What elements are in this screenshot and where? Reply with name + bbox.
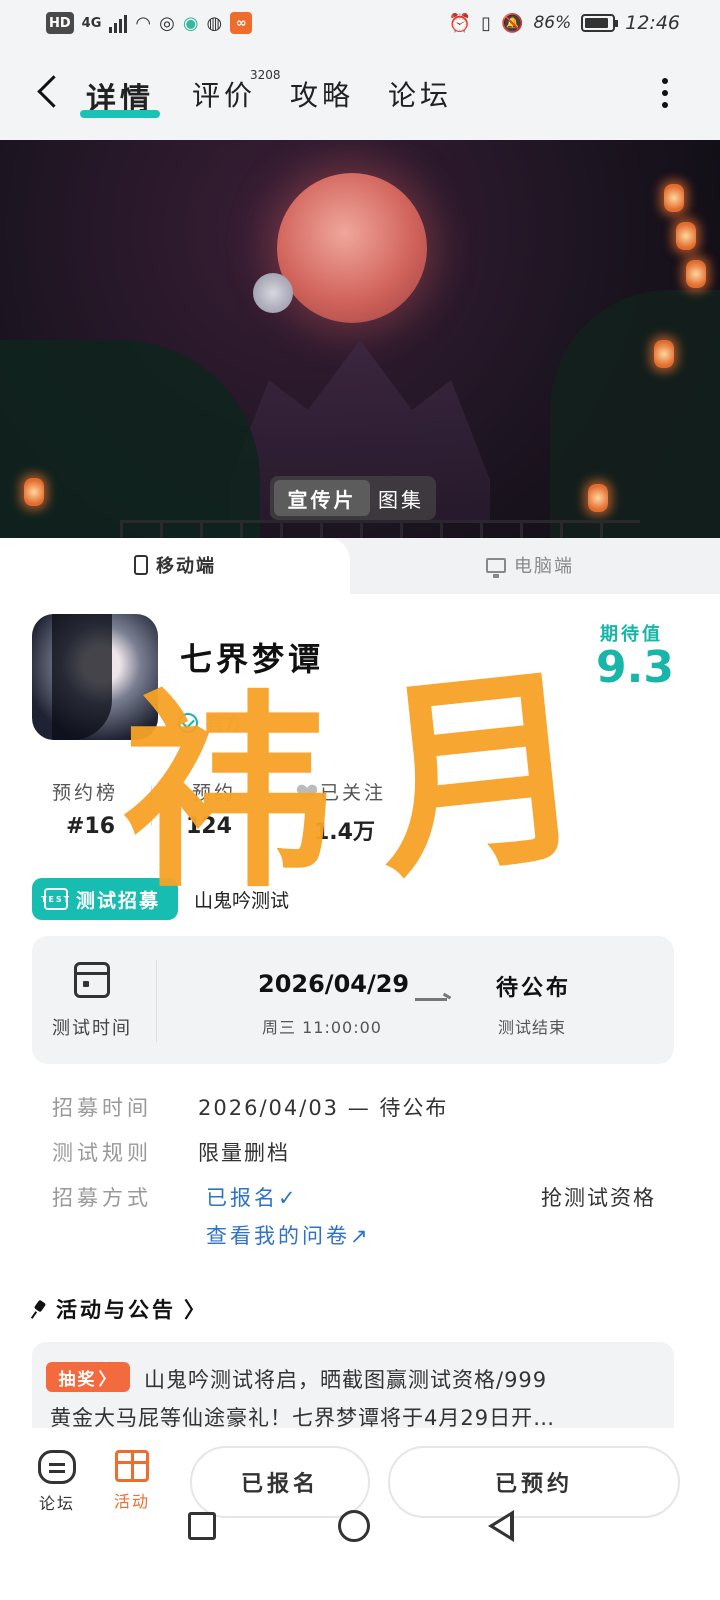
network-type: 4G [81, 15, 102, 31]
battery-fill [585, 18, 608, 28]
battery-percent: 86% [533, 13, 572, 33]
tree-right-art [550, 290, 720, 538]
test-rules-label: 测试规则 [52, 1141, 152, 1165]
tab-reviews[interactable]: 评价 [192, 74, 256, 114]
pin-icon [32, 1301, 48, 1317]
back-button[interactable] [34, 72, 64, 112]
recruit-method-label: 招募方式 [52, 1186, 152, 1210]
test-start-time: 周三 11:00:00 [262, 1018, 382, 1037]
phone-icon [134, 555, 148, 575]
monitor-icon [486, 557, 506, 578]
reviews-count-badge: 3208 [250, 68, 281, 82]
stat-rank-value[interactable]: #16 [66, 814, 115, 839]
lantern-icon [24, 478, 44, 506]
test-icon: TEST [41, 888, 69, 910]
grab-qualification-link[interactable]: 抢测试资格 [541, 1182, 656, 1212]
nav-activity-label: 活动 [114, 1492, 151, 1511]
battery-icon [581, 14, 619, 32]
activities-heading-label: 活动与公告 [56, 1298, 176, 1322]
test-time-card [32, 936, 674, 1064]
test-end-date: 待公布 [496, 976, 572, 1001]
view-questionnaire-link[interactable]: 查看我的问卷↗ [206, 1220, 371, 1250]
calendar-icon [74, 962, 110, 998]
reserved-button[interactable]: 已预约 [388, 1446, 680, 1518]
clock: 12:46 [625, 12, 680, 34]
test-end-label: 测试结束 [498, 1018, 567, 1037]
recruit-time-value: 2026/04/03 — 待公布 [198, 1096, 449, 1120]
gallery-option[interactable]: 图集 [370, 480, 432, 516]
fence-art [120, 520, 640, 538]
more-options-icon[interactable] [662, 78, 670, 108]
lantern-icon [686, 260, 706, 288]
mute-icon: 🔕 [501, 12, 524, 34]
wechat-icon: ◍ [206, 12, 223, 34]
status-left-icons: HD 4G ◠ ◎ ◉ ◍ ∞ [46, 12, 253, 34]
wifi-icon: ◠ [135, 12, 152, 34]
arrow-right-icon [415, 998, 447, 1001]
nav-forum-label: 论坛 [38, 1494, 75, 1513]
lantern-icon [664, 184, 684, 212]
top-navigation: 详情 评价 3208 攻略 论坛 [0, 48, 720, 140]
chevron-right-icon: 〉 [184, 1298, 208, 1322]
activity-text-line1: 山鬼吟测试将启，晒截图赢测试资格/999 [144, 1368, 548, 1392]
tree-left-art [0, 340, 260, 538]
data-saver-icon: ◎ [159, 12, 175, 34]
home-button[interactable] [338, 1510, 370, 1542]
lantern-icon [654, 340, 674, 368]
small-moon-art [253, 273, 293, 313]
tab-pc-label: 电脑端 [514, 556, 574, 577]
media-toggle: 宣传片 图集 [270, 476, 436, 520]
activities-heading[interactable]: 活动与公告 〉 [32, 1294, 208, 1324]
stat-rank-label: 预约榜 [52, 782, 119, 804]
forum-icon [38, 1450, 76, 1484]
test-rules-value: 限量删档 [198, 1141, 290, 1165]
vibrate-icon: ▯ [481, 12, 492, 34]
tab-mobile[interactable]: 移动端 [134, 552, 216, 578]
recruit-time-label: 招募时间 [52, 1096, 152, 1120]
red-moon-art [277, 173, 427, 323]
nav-forum[interactable]: 论坛 [38, 1450, 76, 1514]
expectation-score: 9.3 [596, 642, 674, 693]
test-start-date: 2026/04/29 [258, 970, 410, 998]
app-icon: ∞ [230, 12, 253, 34]
overlay-character: 月 [363, 640, 599, 909]
lantern-icon [676, 222, 696, 250]
video-option[interactable]: 宣传片 [274, 480, 370, 516]
status-bar: HD 4G ◠ ◎ ◉ ◍ ∞ ⏰ ▯ 🔕 86% 12:46 [0, 0, 720, 48]
lantern-icon [588, 484, 608, 512]
system-back-button[interactable] [488, 1510, 514, 1542]
gift-icon [115, 1450, 149, 1482]
chevron-right-icon: 〉 [98, 1369, 118, 1390]
platform-tabs: 移动端 电脑端 [0, 538, 720, 594]
nav-activity[interactable]: 活动 [114, 1450, 150, 1512]
overlay-character: 祎 [122, 669, 333, 916]
hd-indicator: HD [46, 12, 74, 34]
tab-pc[interactable]: 电脑端 [486, 552, 574, 578]
tab-guides[interactable]: 攻略 [290, 74, 354, 114]
tab-mobile-label: 移动端 [156, 556, 216, 577]
test-time-label: 测试时间 [52, 1018, 132, 1039]
alarm-icon: ⏰ [448, 12, 472, 34]
active-tab-indicator [80, 110, 160, 118]
signal-icon [109, 13, 128, 33]
lottery-badge: 抽奖〉 [46, 1362, 130, 1392]
app-notification-icon: ◉ [182, 12, 199, 34]
tab-forum[interactable]: 论坛 [388, 74, 452, 114]
time-card-divider [156, 960, 157, 1042]
signed-up-status: 已报名✓ [206, 1186, 299, 1210]
status-right-icons: ⏰ ▯ 🔕 86% 12:46 [449, 12, 680, 34]
signed-up-button[interactable]: 已报名 [190, 1446, 370, 1518]
recent-apps-button[interactable] [188, 1512, 216, 1540]
lottery-badge-label: 抽奖 [58, 1369, 97, 1390]
